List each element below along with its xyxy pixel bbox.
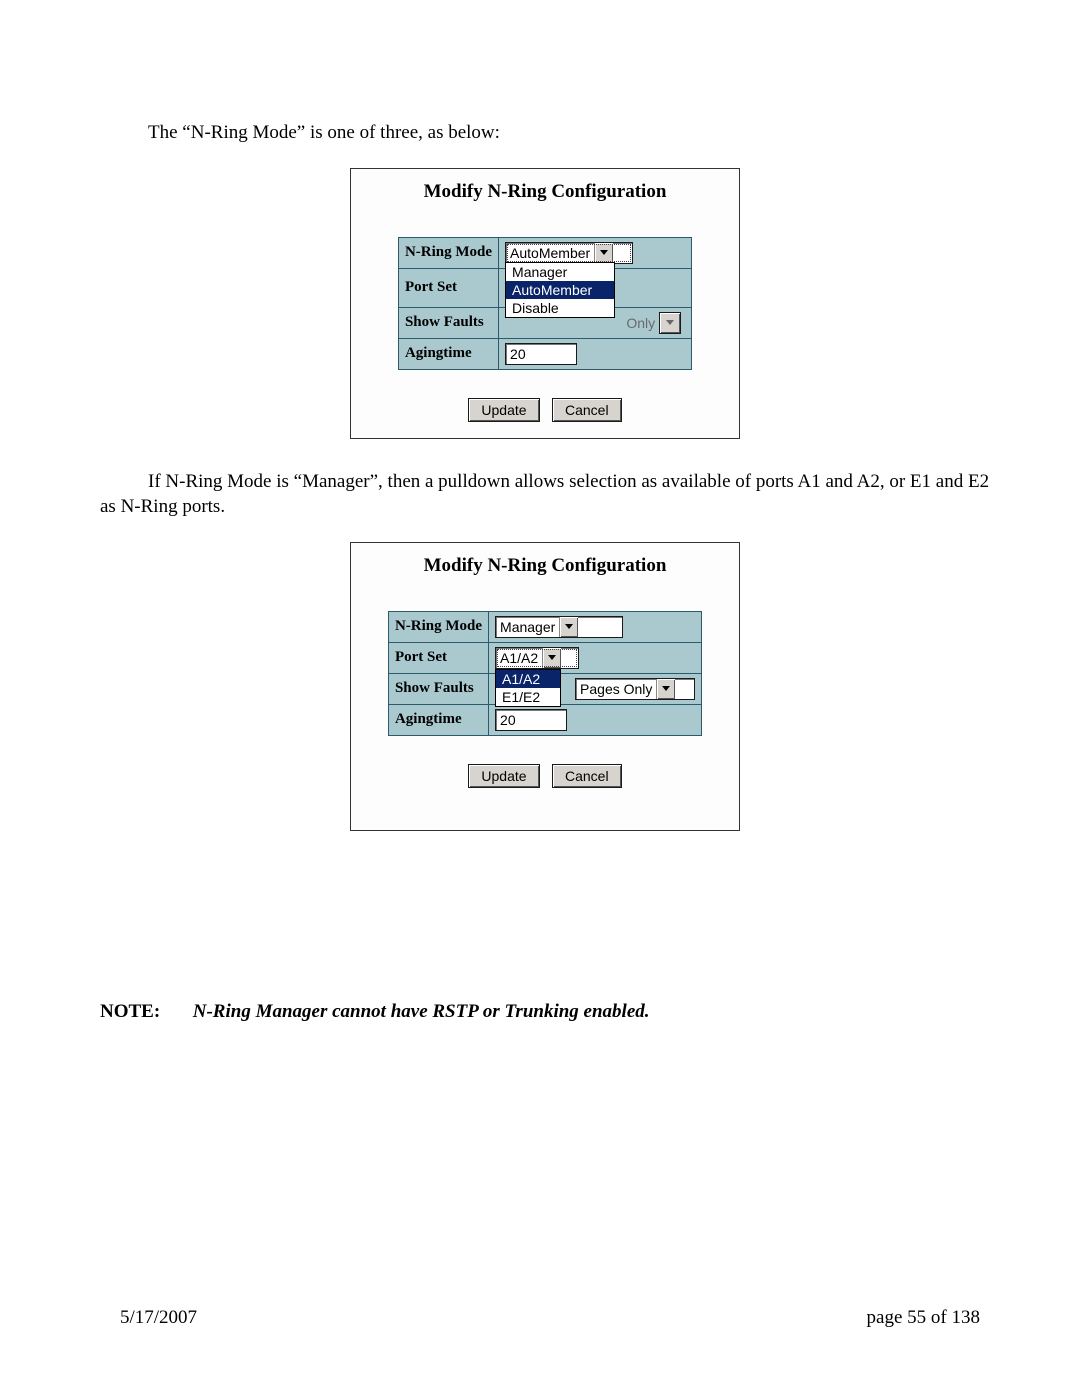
footer-page: page 55 of 138 xyxy=(867,1307,980,1329)
show-faults-value: Pages Only xyxy=(576,679,656,699)
update-button[interactable]: Update xyxy=(468,398,539,422)
dropdown-option[interactable]: Manager xyxy=(506,263,614,281)
config-form-table: N-Ring Mode Manager Port Set A1/A2 xyxy=(388,611,702,736)
show-faults-ghost: Only xyxy=(626,315,655,331)
chevron-down-icon[interactable] xyxy=(660,313,680,333)
intro-text: The “N-Ring Mode” is one of three, as be… xyxy=(100,120,990,146)
dropdown-option[interactable]: A1/A2 xyxy=(496,670,560,688)
dropdown-option[interactable]: AutoMember xyxy=(506,281,614,299)
update-button[interactable]: Update xyxy=(468,764,539,788)
note-text: N-Ring Manager cannot have RSTP or Trunk… xyxy=(193,1001,650,1022)
label-port-set: Port Set xyxy=(398,268,498,307)
chevron-down-icon[interactable] xyxy=(594,243,613,263)
label-show-faults: Show Faults xyxy=(388,673,488,704)
port-set-value: A1/A2 xyxy=(496,648,542,668)
label-show-faults: Show Faults xyxy=(398,307,498,338)
nring-mode-select[interactable]: Manager xyxy=(495,616,623,638)
label-agingtime: Agingtime xyxy=(388,704,488,735)
note-label: NOTE: xyxy=(100,1001,188,1023)
label-nring-mode: N-Ring Mode xyxy=(388,611,488,642)
middle-text: If N-Ring Mode is “Manager”, then a pull… xyxy=(100,469,990,520)
config-panel-1: Modify N-Ring Configuration N-Ring Mode … xyxy=(350,168,740,439)
note-line: NOTE: N-Ring Manager cannot have RSTP or… xyxy=(100,1001,990,1023)
nring-mode-value: Manager xyxy=(496,617,559,637)
cancel-button[interactable]: Cancel xyxy=(552,398,622,422)
page-footer: 5/17/2007 page 55 of 138 xyxy=(0,1307,1080,1329)
label-port-set: Port Set xyxy=(388,642,488,673)
nring-mode-dropdown[interactable]: Manager AutoMember Disable xyxy=(505,262,615,318)
cancel-button[interactable]: Cancel xyxy=(552,764,622,788)
nring-mode-select[interactable]: AutoMember xyxy=(505,242,633,264)
config-panel-2: Modify N-Ring Configuration N-Ring Mode … xyxy=(350,542,740,831)
port-set-dropdown[interactable]: A1/A2 E1/E2 xyxy=(495,669,561,707)
show-faults-select[interactable]: Pages Only xyxy=(575,678,695,700)
panel-title: Modify N-Ring Configuration xyxy=(361,181,729,203)
dropdown-option[interactable]: E1/E2 xyxy=(496,688,560,706)
agingtime-input[interactable]: 20 xyxy=(505,343,577,365)
chevron-down-icon[interactable] xyxy=(559,617,578,637)
show-faults-select[interactable] xyxy=(659,312,681,334)
port-set-select[interactable]: A1/A2 xyxy=(495,647,579,669)
dropdown-option[interactable]: Disable xyxy=(506,299,614,317)
label-agingtime: Agingtime xyxy=(398,338,498,369)
chevron-down-icon[interactable] xyxy=(656,679,675,699)
panel-title: Modify N-Ring Configuration xyxy=(361,555,729,577)
agingtime-input[interactable]: 20 xyxy=(495,709,567,731)
chevron-down-icon[interactable] xyxy=(542,648,561,668)
nring-mode-value: AutoMember xyxy=(506,243,594,263)
config-form-table: N-Ring Mode AutoMember Manager AutoMembe… xyxy=(398,237,692,370)
label-nring-mode: N-Ring Mode xyxy=(398,237,498,268)
footer-date: 5/17/2007 xyxy=(120,1307,197,1329)
